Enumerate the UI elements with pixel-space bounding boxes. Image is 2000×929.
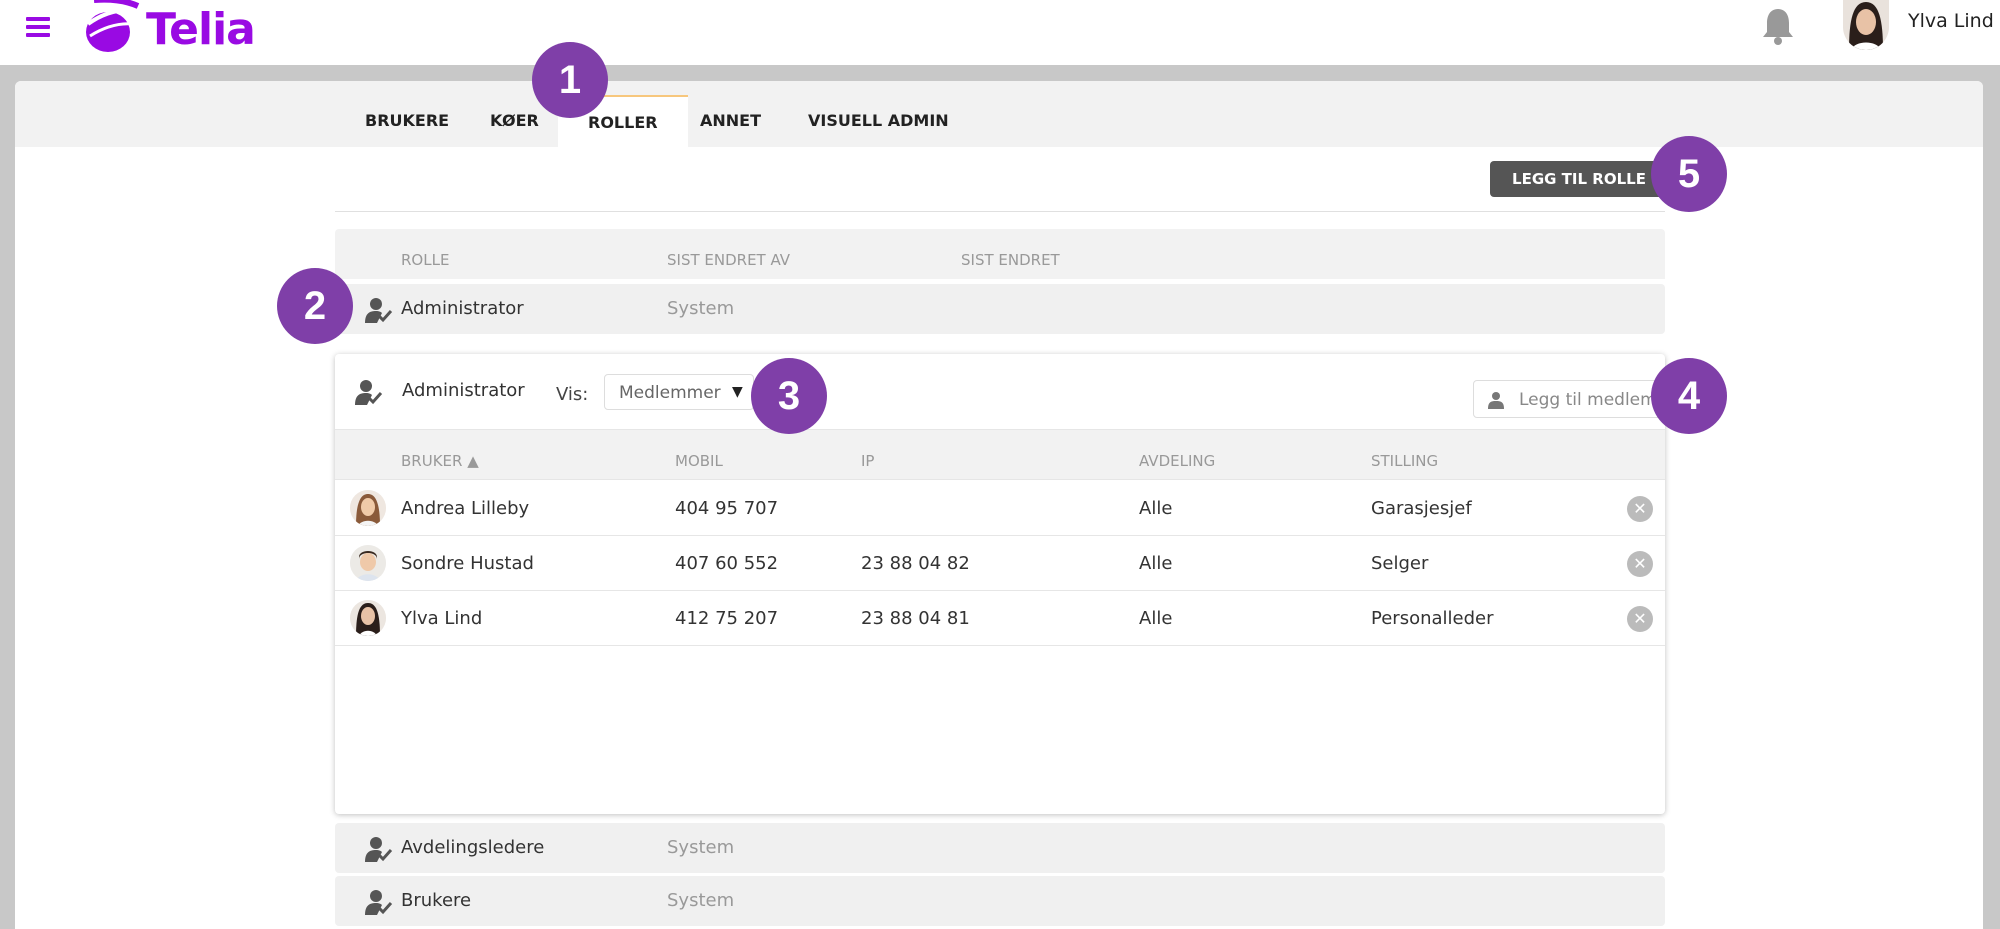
role-detail-panel: Administrator Vis: Medlemmer ▼ Legg til … <box>335 354 1665 814</box>
member-mobile: 412 75 207 <box>675 608 779 629</box>
user-check-icon <box>365 837 393 862</box>
callout-4: 4 <box>1651 358 1727 434</box>
role-name: Administrator <box>401 298 524 319</box>
role-row-administrator[interactable]: Administrator System <box>335 284 1665 334</box>
panel-title: Administrator <box>402 380 525 401</box>
column-header-avdeling[interactable]: AVDELING <box>1139 452 1215 470</box>
column-header-mobil[interactable]: MOBIL <box>675 452 723 470</box>
role-changed-by: System <box>667 837 735 858</box>
menu-icon[interactable] <box>26 17 50 37</box>
member-row[interactable]: Andrea Lilleby 404 95 707 Alle Garasjesj… <box>335 481 1665 536</box>
divider <box>335 211 1665 212</box>
telia-logo[interactable]: Telia <box>80 0 256 58</box>
panel-header: Administrator Vis: Medlemmer ▼ Legg til … <box>335 354 1665 430</box>
user-check-icon <box>355 380 383 405</box>
member-department: Alle <box>1139 498 1173 519</box>
remove-member-icon[interactable]: ✕ <box>1627 551 1653 577</box>
notification-bell-icon[interactable] <box>1760 6 1796 46</box>
member-position: Selger <box>1371 553 1429 574</box>
column-header-stilling[interactable]: STILLING <box>1371 452 1438 470</box>
role-changed-by: System <box>667 298 735 319</box>
tab-visuell-admin[interactable]: VISUELL ADMIN <box>778 95 979 147</box>
member-department: Alle <box>1139 608 1173 629</box>
callout-2: 2 <box>277 268 353 344</box>
caret-down-icon: ▼ <box>732 384 743 400</box>
member-mobile: 407 60 552 <box>675 553 779 574</box>
column-header-sist-endret-av[interactable]: SIST ENDRET AV <box>667 251 790 269</box>
member-row[interactable]: Ylva Lind 412 75 207 23 88 04 81 Alle Pe… <box>335 591 1665 646</box>
role-changed-by: System <box>667 890 735 911</box>
add-member-placeholder: Legg til medlem <box>1519 390 1657 410</box>
member-avatar <box>350 600 386 636</box>
member-name: Andrea Lilleby <box>401 498 530 519</box>
tab-brukere[interactable]: BRUKERE <box>335 95 479 147</box>
member-position: Garasjesjef <box>1371 498 1472 519</box>
tab-annet[interactable]: ANNET <box>670 95 791 147</box>
role-row-brukere[interactable]: Brukere System <box>335 876 1665 926</box>
vis-label: Vis: <box>556 384 589 405</box>
add-role-button[interactable]: LEGG TIL ROLLE <box>1490 161 1668 197</box>
member-avatar <box>350 490 386 526</box>
role-name: Avdelingsledere <box>401 837 545 858</box>
column-header-rolle[interactable]: ROLLE <box>401 251 449 269</box>
member-mobile: 404 95 707 <box>675 498 779 519</box>
member-position: Personalleder <box>1371 608 1494 629</box>
column-header-ip[interactable]: IP <box>861 452 874 470</box>
role-row-avdelingsledere[interactable]: Avdelingsledere System <box>335 823 1665 873</box>
remove-member-icon[interactable]: ✕ <box>1627 606 1653 632</box>
member-row[interactable]: Sondre Hustad 407 60 552 23 88 04 82 All… <box>335 536 1665 591</box>
member-ip: 23 88 04 81 <box>861 608 970 629</box>
person-icon <box>1488 392 1504 409</box>
member-name: Ylva Lind <box>401 608 483 629</box>
members-table-header: BRUKER ▲ MOBIL IP AVDELING STILLING <box>335 430 1665 480</box>
column-header-bruker[interactable]: BRUKER ▲ <box>401 452 479 470</box>
user-avatar[interactable] <box>1843 0 1889 50</box>
brand-name: Telia <box>146 4 256 55</box>
member-avatar <box>350 545 386 581</box>
callout-3: 3 <box>751 358 827 434</box>
top-bar: Telia Ylva Lind <box>0 0 2000 65</box>
remove-member-icon[interactable]: ✕ <box>1627 496 1653 522</box>
column-header-sist-endret[interactable]: SIST ENDRET <box>961 251 1060 269</box>
panel-pointer <box>1005 343 1027 354</box>
telia-pebble-icon <box>86 0 140 52</box>
user-check-icon <box>365 298 393 323</box>
callout-1: 1 <box>532 42 608 118</box>
member-department: Alle <box>1139 553 1173 574</box>
add-member-input[interactable]: Legg til medlem <box>1473 380 1665 418</box>
vis-select-value: Medlemmer <box>619 383 721 403</box>
roles-table-header: ROLLE SIST ENDRET AV SIST ENDRET <box>335 229 1665 279</box>
user-check-icon <box>365 890 393 915</box>
member-ip: 23 88 04 82 <box>861 553 970 574</box>
role-name: Brukere <box>401 890 472 911</box>
member-name: Sondre Hustad <box>401 553 534 574</box>
callout-5: 5 <box>1651 136 1727 212</box>
user-name[interactable]: Ylva Lind <box>1908 10 1994 32</box>
vis-select[interactable]: Medlemmer ▼ <box>604 374 754 410</box>
